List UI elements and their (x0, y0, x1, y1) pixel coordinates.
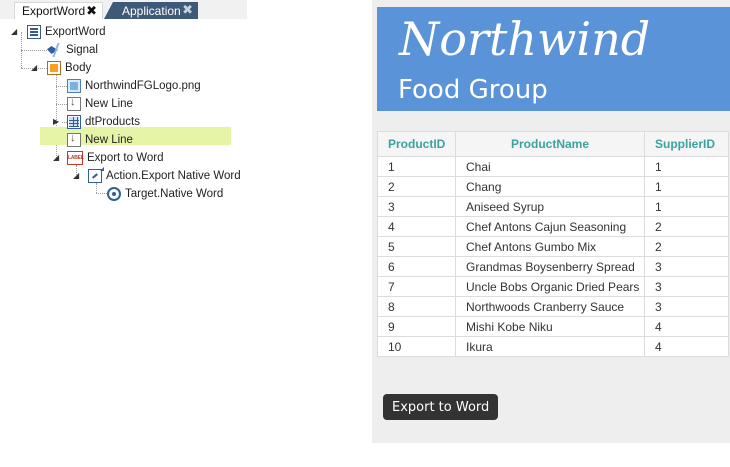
collapse-triangle-icon[interactable]: ◢ (11, 27, 20, 36)
table-row: 9 Mishi Kobe Niku 4 (377, 316, 729, 337)
table-cell: Chef Antons Cajun Seasoning (455, 216, 645, 237)
tree-connector (21, 50, 47, 51)
tree-node-label: Signal (66, 44, 98, 56)
export-to-word-button[interactable]: Export to Word (383, 394, 499, 420)
tree-node-logo-image[interactable]: NorthwindFGLogo.png (67, 77, 201, 95)
table-cell: 3 (644, 276, 729, 297)
table-row: 8 Northwoods Cranberry Sauce 3 (377, 296, 729, 317)
expand-triangle-icon[interactable]: ▶ (53, 117, 62, 126)
collapse-triangle-icon[interactable]: ◢ (31, 63, 40, 72)
table-cell: Chai (455, 156, 645, 177)
table-header-row: ProductID ProductName SupplierID (377, 131, 729, 157)
table-cell: 1 (377, 156, 456, 177)
tree-node-label: New Line (85, 98, 133, 110)
table-cell: 1 (644, 196, 729, 217)
target-icon (107, 187, 121, 201)
tree-node-label: NorthwindFGLogo.png (85, 80, 201, 92)
tree-node-exportword[interactable]: ExportWord (27, 23, 106, 41)
tree-node-action[interactable]: Action.Export Native Word (88, 167, 241, 185)
tab-application-label: Application (122, 3, 181, 18)
table-cell: 3 (644, 296, 729, 317)
table-cell: 4 (644, 336, 729, 357)
report-preview: Northwind Food Group ProductID ProductNa… (372, 0, 730, 443)
banner-title: Northwind (399, 12, 651, 66)
table-cell: 9 (377, 316, 456, 337)
tree-node-label: Body (65, 62, 92, 74)
table-row: 7 Uncle Bobs Organic Dried Pears 3 (377, 276, 729, 297)
tree-connector (56, 86, 67, 87)
table-cell: 3 (644, 256, 729, 277)
tree-node-body[interactable]: Body (47, 59, 91, 77)
table-cell: Uncle Bobs Organic Dried Pears (455, 276, 645, 297)
table-cell: 4 (377, 216, 456, 237)
tree-node-label: ExportWord (45, 26, 106, 38)
tab-exportword[interactable]: ExportWord ✖ (14, 2, 103, 19)
label-icon (67, 151, 84, 165)
table-cell: 5 (377, 236, 456, 257)
column-header-productid[interactable]: ProductID (377, 131, 456, 157)
table-cell: 7 (377, 276, 456, 297)
table-cell: 6 (377, 256, 456, 277)
table-cell: Grandmas Boysenberry Spread (455, 256, 645, 277)
tab-exportword-close-icon[interactable]: ✖ (86, 4, 97, 18)
tree-node-label: Action.Export Native Word (106, 170, 241, 182)
body-icon (47, 61, 61, 75)
table-cell: Aniseed Syrup (455, 196, 645, 217)
table-cell: 2 (644, 216, 729, 237)
table-row: 1 Chai 1 (377, 156, 729, 177)
data-table-icon (67, 115, 81, 129)
tree-node-export-label[interactable]: Export to Word (67, 149, 164, 167)
tree-node-label: New Line (85, 134, 133, 146)
tree-node-signal[interactable]: Signal (46, 41, 98, 59)
tab-application[interactable]: Application ✖ (104, 2, 198, 19)
table-row: 10 Ikura 4 (377, 336, 729, 357)
tree-node-label: dtProducts (85, 116, 140, 128)
tree-node-target[interactable]: Target.Native Word (107, 185, 223, 203)
table-row: 6 Grandmas Boysenberry Spread 3 (377, 256, 729, 277)
table-cell: Chef Antons Gumbo Mix (455, 236, 645, 257)
signal-icon (46, 43, 62, 57)
table-cell: Chang (455, 176, 645, 197)
tree-node-label: Target.Native Word (125, 188, 224, 200)
banner-subtitle: Food Group (398, 75, 548, 105)
table-cell: Mishi Kobe Niku (455, 316, 645, 337)
table-cell: 3 (377, 196, 456, 217)
table-row: 2 Chang 1 (377, 176, 729, 197)
tree-connector (96, 193, 107, 194)
tree-connector (56, 104, 67, 105)
document-tab-bar: ExportWord ✖ Application ✖ (0, 0, 247, 19)
tree-node-dtproducts[interactable]: dtProducts (67, 113, 140, 131)
table-cell: 1 (644, 176, 729, 197)
report-icon (27, 25, 41, 39)
new-line-icon (67, 132, 81, 147)
table-cell: 2 (644, 236, 729, 257)
collapse-triangle-icon[interactable]: ◢ (73, 171, 82, 180)
table-cell: 4 (644, 316, 729, 337)
table-cell: Ikura (455, 336, 645, 357)
image-icon (67, 79, 81, 93)
table-row: 5 Chef Antons Gumbo Mix 2 (377, 236, 729, 257)
new-line-icon (67, 96, 81, 111)
tree-node-new-line[interactable]: New Line (67, 131, 133, 149)
table-cell: 2 (377, 176, 456, 197)
table-cell: 10 (377, 336, 456, 357)
action-icon (88, 167, 104, 183)
collapse-triangle-icon[interactable]: ◢ (53, 153, 62, 162)
northwind-logo-banner: Northwind Food Group (377, 7, 730, 111)
table-row: 3 Aniseed Syrup 1 (377, 196, 729, 217)
table-cell: 8 (377, 296, 456, 317)
products-table: ProductID ProductName SupplierID 1 Chai 1 … (377, 131, 729, 357)
tree-node-label: Export to Word (87, 152, 164, 164)
column-header-supplierid[interactable]: SupplierID (644, 131, 729, 157)
table-cell: 1 (644, 156, 729, 177)
table-row: 4 Chef Antons Cajun Seasoning 2 (377, 216, 729, 237)
tree-node-new-line[interactable]: New Line (67, 95, 133, 113)
table-cell: Northwoods Cranberry Sauce (455, 296, 645, 317)
column-header-productname[interactable]: ProductName (455, 131, 645, 157)
tab-exportword-label: ExportWord (22, 4, 86, 18)
tab-application-close-icon[interactable]: ✖ (182, 3, 193, 17)
